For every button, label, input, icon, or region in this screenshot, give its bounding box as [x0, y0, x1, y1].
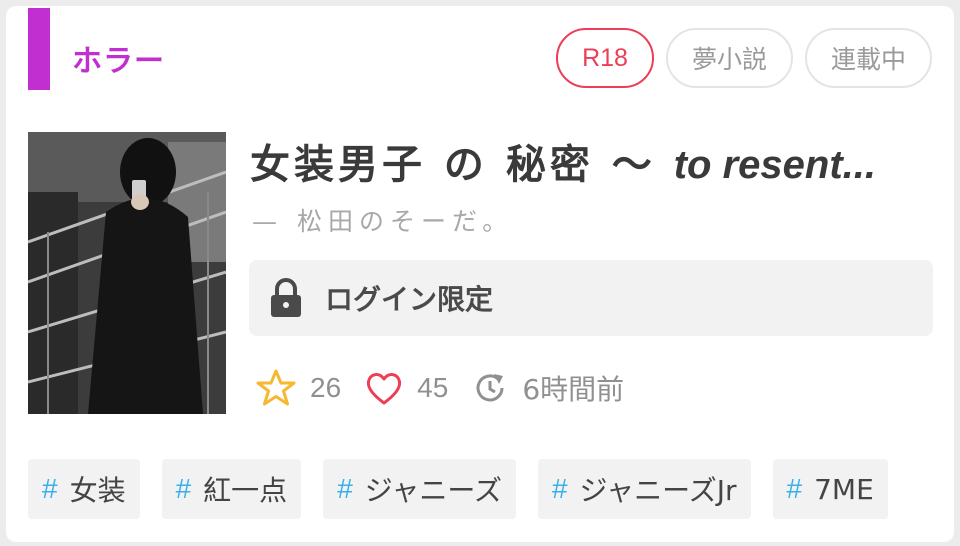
- star-count-value: 26: [310, 372, 342, 403]
- heart-count[interactable]: 45: [365, 370, 448, 406]
- hash-icon: #: [551, 473, 568, 504]
- author-name[interactable]: — 松田のそーだ。: [252, 202, 513, 238]
- tag-item[interactable]: # ジャニーズJr: [537, 459, 751, 519]
- badge-serializing[interactable]: 連載中: [804, 28, 932, 88]
- history-icon: [476, 374, 504, 402]
- novel-title-en: to resent...: [673, 143, 876, 187]
- genre-accent-bar: [28, 8, 50, 90]
- hash-icon: #: [175, 473, 192, 504]
- login-only-label: ログイン限定: [325, 283, 494, 316]
- cover-image[interactable]: [28, 132, 226, 414]
- hash-icon: #: [42, 473, 58, 504]
- cover-photo: [28, 132, 226, 414]
- tag-label: ジャニーズJr: [579, 474, 737, 507]
- heart-icon: [367, 373, 402, 405]
- novel-title[interactable]: 女装男子 の 秘密 〜 to resent...: [250, 132, 940, 192]
- tag-list: # 女装 # 紅一点 # ジャニーズ # ジャニーズJr # 7ME: [28, 459, 888, 519]
- tag-item[interactable]: # ジャニーズ: [323, 459, 516, 519]
- tag-label: 女装: [69, 474, 126, 507]
- tag-item[interactable]: # 女装: [28, 459, 140, 519]
- heart-count-value: 45: [417, 372, 449, 403]
- updated-time: 6時間前: [472, 368, 624, 408]
- star-count[interactable]: 26: [256, 368, 341, 408]
- badge-r18[interactable]: R18: [556, 28, 654, 88]
- badge-group: R18 夢小説 連載中: [556, 28, 932, 88]
- tag-item[interactable]: # 7ME: [772, 459, 888, 519]
- star-icon: [256, 369, 296, 406]
- badge-dream-novel[interactable]: 夢小説: [665, 28, 793, 88]
- tag-label: 7ME: [814, 472, 874, 506]
- hash-icon: #: [337, 473, 353, 504]
- novel-card[interactable]: ホラー R18 夢小説 連載中 女装男子 の 秘密 〜 to resent...…: [6, 6, 954, 542]
- login-only-notice[interactable]: ログイン限定: [249, 260, 933, 336]
- updated-time-value: 6時間前: [522, 373, 625, 406]
- lock-icon: [271, 278, 301, 317]
- tag-item[interactable]: # 紅一点: [161, 459, 302, 519]
- novel-title-jp: 女装男子 の 秘密 〜: [250, 142, 656, 188]
- stats-row: 26 45 6時間前: [256, 366, 648, 410]
- genre-label[interactable]: ホラー: [72, 36, 165, 80]
- tag-label: 紅一点: [203, 474, 288, 507]
- hash-icon: #: [786, 473, 803, 504]
- tag-label: ジャニーズ: [364, 474, 502, 507]
